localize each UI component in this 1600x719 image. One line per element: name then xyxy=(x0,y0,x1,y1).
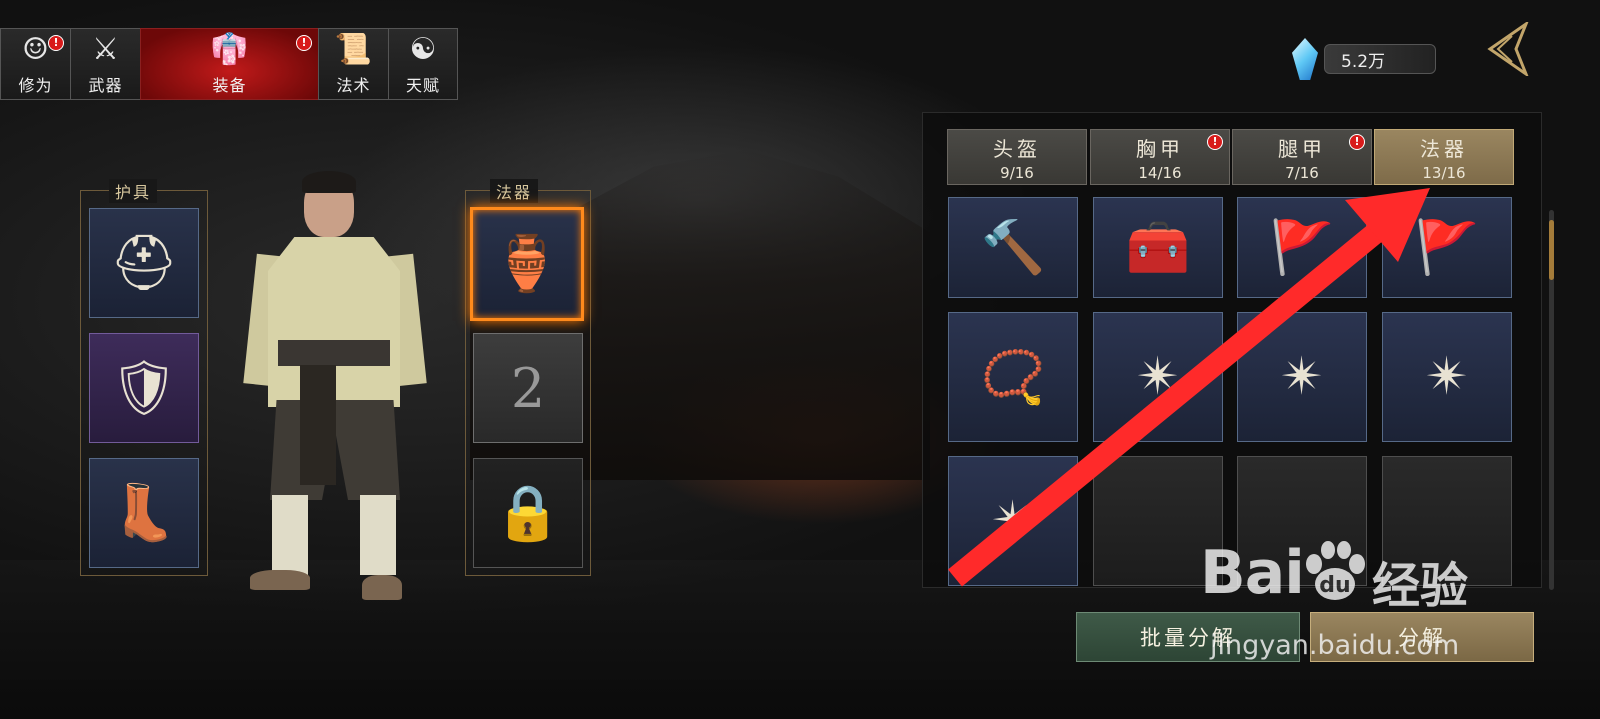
tab-weapon[interactable]: ⚔ 武器 xyxy=(70,28,140,100)
category-name: 法器 xyxy=(1420,136,1468,161)
tab-label: 天赋 xyxy=(405,76,440,95)
alert-badge: ! xyxy=(296,35,312,51)
tab-cultivation[interactable]: ☺ 修为 ! xyxy=(0,28,70,100)
inventory-item[interactable]: 🚩 xyxy=(1237,197,1367,298)
tab-label: 法术 xyxy=(336,76,371,95)
currency-amount: 5.2万 xyxy=(1324,44,1436,74)
tab-label: 修为 xyxy=(18,76,53,95)
seal-stamp-icon: 🔨 xyxy=(980,218,1046,278)
alert-badge: ! xyxy=(1349,134,1365,150)
back-chevron-icon[interactable] xyxy=(1486,22,1530,76)
carved-box-icon: 🧰 xyxy=(1125,218,1191,278)
bagua-icon: ☯ xyxy=(409,32,437,67)
inventory-item[interactable]: ✴ xyxy=(1237,312,1367,442)
boots-slot[interactable]: 👢 xyxy=(89,458,199,568)
sword-icon: ⚔ xyxy=(92,32,119,67)
talisman-tablet-icon: 📿 xyxy=(980,347,1046,408)
face-icon: ☺ xyxy=(22,32,49,67)
inventory-scrollbar[interactable] xyxy=(1549,210,1554,590)
chest-armor-icon: 🛡 xyxy=(109,356,179,419)
bagua-mirror-icon: ✴ xyxy=(991,491,1035,551)
artifact-slot-3-locked[interactable]: 🔒 xyxy=(473,458,583,568)
tab-spells[interactable]: 📜 法术 xyxy=(318,28,388,100)
helmet-slot[interactable]: ⛑ xyxy=(89,208,199,318)
scroll-thumb[interactable] xyxy=(1549,220,1554,280)
inventory-item[interactable]: ✴ xyxy=(1382,312,1512,442)
tab-artifact[interactable]: 法器 13/16 xyxy=(1374,129,1514,185)
bagua-mirror-icon: ✴ xyxy=(1280,347,1324,407)
baidu-jingyan-watermark: Bai du 经验 jingyan.baidu.com xyxy=(1200,538,1500,668)
paw-icon: du xyxy=(1306,541,1365,600)
bagua-mirror-icon: ✴ xyxy=(1136,347,1180,407)
alert-badge: ! xyxy=(48,35,64,51)
artifact-slot-1[interactable]: 🏺 xyxy=(470,207,584,321)
tab-legs[interactable]: 腿甲 7/16 ! xyxy=(1232,129,1372,185)
crystal-icon xyxy=(1292,38,1318,80)
svg-text:du: du xyxy=(1319,573,1350,598)
inventory-item[interactable]: 🧰 xyxy=(1093,197,1223,298)
helmet-icon: ⛑ xyxy=(109,231,179,294)
robe-icon: 👘 xyxy=(210,32,249,67)
banner-flag-icon: 🚩 xyxy=(1414,218,1480,278)
tab-helmet[interactable]: 头盔 9/16 xyxy=(947,129,1087,185)
lock-icon: 🔒 xyxy=(494,481,562,544)
tab-chest[interactable]: 胸甲 14/16 ! xyxy=(1090,129,1230,185)
inventory-item[interactable]: ✴ xyxy=(1093,312,1223,442)
armor-frame-title: 护具 xyxy=(109,179,158,203)
watermark-url: jingyan.baidu.com xyxy=(1210,630,1460,661)
currency-display: 5.2万 xyxy=(1292,38,1436,80)
tab-label: 武器 xyxy=(88,76,123,95)
alert-badge: ! xyxy=(1207,134,1223,150)
character-model[interactable] xyxy=(243,171,427,600)
category-count: 9/16 xyxy=(1000,163,1034,182)
gourd-artifact-icon: 🏺 xyxy=(493,232,561,295)
artifact-frame-title: 法器 xyxy=(490,179,539,203)
tab-label: 装备 xyxy=(212,76,247,95)
boots-icon: 👢 xyxy=(110,481,178,544)
ruyi-icon: 2 xyxy=(510,356,546,420)
category-count: 7/16 xyxy=(1285,163,1319,182)
watermark-text: 经验 xyxy=(1372,558,1469,614)
inventory-item[interactable]: 📿 xyxy=(948,312,1078,442)
category-count: 14/16 xyxy=(1138,163,1182,182)
inventory-item[interactable]: ✴ xyxy=(948,456,1078,586)
top-tab-bar: ☺ 修为 ! ⚔ 武器 👘 装备 ! 📜 法术 ☯ 天赋 xyxy=(0,28,458,100)
watermark-logo: Bai xyxy=(1200,538,1305,608)
inventory-item[interactable]: 🔨 xyxy=(948,197,1078,298)
artifact-slot-2[interactable]: 2 xyxy=(473,333,583,443)
banner-flag-icon: 🚩 xyxy=(1269,218,1335,278)
bagua-mirror-icon: ✴ xyxy=(1425,347,1469,407)
inventory-item[interactable]: 🚩 xyxy=(1382,197,1512,298)
tab-equipment[interactable]: 👘 装备 ! xyxy=(140,28,318,100)
chest-slot[interactable]: 🛡 xyxy=(89,333,199,443)
category-count: 13/16 xyxy=(1422,163,1466,182)
category-name: 头盔 xyxy=(993,136,1041,161)
tab-talent[interactable]: ☯ 天赋 xyxy=(388,28,458,100)
category-name: 腿甲 xyxy=(1278,136,1326,161)
scroll-icon: 📜 xyxy=(334,32,373,67)
category-name: 胸甲 xyxy=(1136,136,1184,161)
